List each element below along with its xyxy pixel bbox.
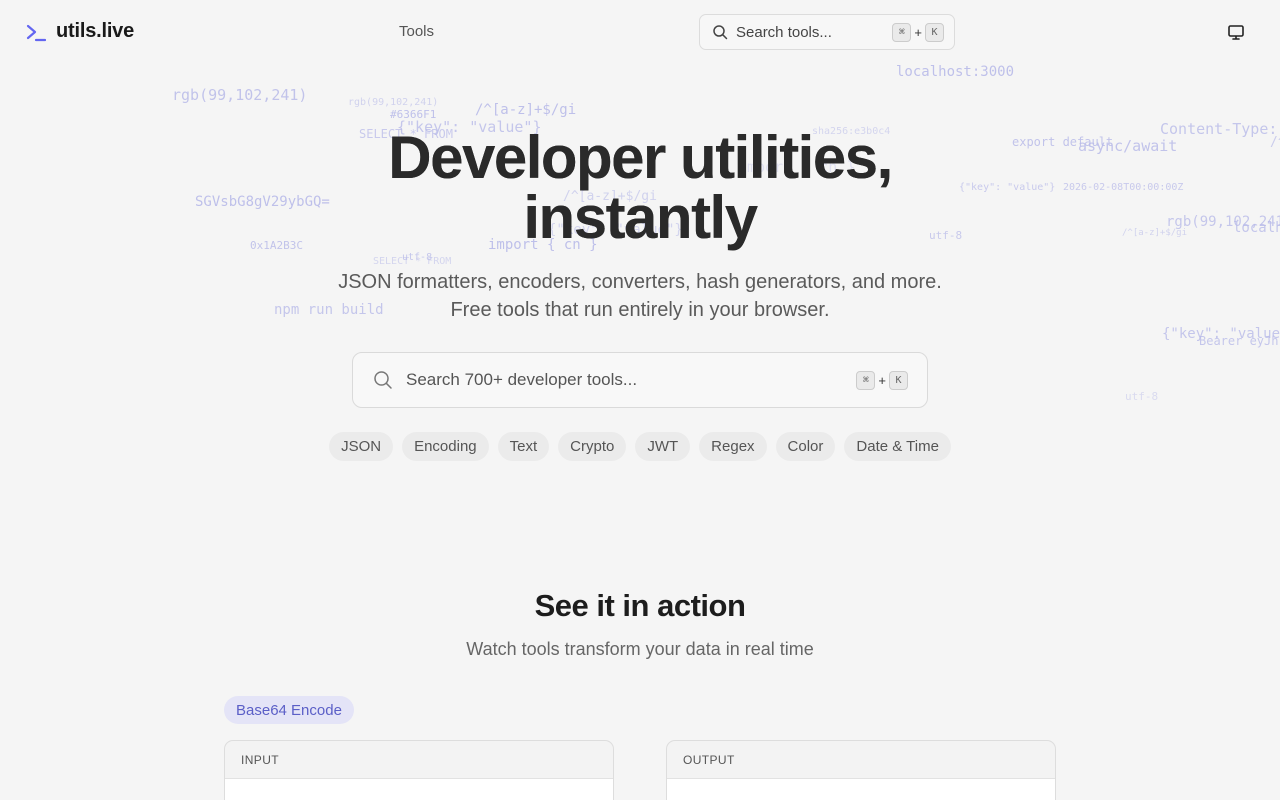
- output-panel-label: OUTPUT: [667, 741, 1055, 779]
- code-snippet: rgb(99,102,241): [172, 86, 308, 104]
- search-icon: [713, 25, 728, 40]
- header-search-placeholder: Search tools...: [736, 23, 832, 41]
- hero-title-line-1: Developer utilities,: [388, 124, 893, 191]
- category-chip-date-time[interactable]: Date & Time: [844, 432, 951, 461]
- demo-section-title: See it in action: [534, 588, 746, 623]
- search-shortcut: ⌘ + K: [892, 22, 944, 42]
- demo-tool-badge: Base64 Encode: [224, 696, 354, 724]
- code-snippet: utf-8: [1125, 390, 1159, 403]
- top-header: utils.live Tools Search tools... ⌘ + K: [0, 0, 1280, 64]
- demo-section-subtitle: Watch tools transform your data in real …: [466, 639, 814, 659]
- shortcut-plus: +: [878, 372, 886, 388]
- hero-subtitle-line-2: Free tools that run entirely in your bro…: [450, 299, 830, 321]
- search-shortcut: ⌘ + K: [856, 370, 908, 390]
- header-search-box[interactable]: Search tools... ⌘ + K: [699, 14, 955, 50]
- category-chip-jwt[interactable]: JWT: [635, 432, 691, 461]
- monitor-theme-icon[interactable]: [1226, 22, 1246, 42]
- category-chip-json[interactable]: JSON: [329, 432, 394, 461]
- code-snippet: localhost:3000: [896, 64, 1015, 80]
- command-key: ⌘: [856, 370, 876, 390]
- input-panel-body[interactable]: [225, 779, 613, 800]
- command-key: ⌘: [892, 22, 912, 42]
- code-snippet: {"key": "value"}: [1162, 326, 1280, 342]
- category-chip-text[interactable]: Text: [497, 432, 550, 461]
- search-icon: [374, 371, 392, 389]
- category-chip-encoding[interactable]: Encoding: [402, 432, 489, 461]
- code-snippet: rgb(99,102,241): [348, 97, 439, 108]
- logo-link[interactable]: utils.live: [26, 20, 134, 43]
- hero-search-input[interactable]: Search 700+ developer tools... ⌘ + K: [352, 352, 928, 408]
- hero-search-placeholder: Search 700+ developer tools...: [406, 370, 638, 389]
- nav-tools-link[interactable]: Tools: [399, 23, 434, 40]
- logo-text: utils.live: [56, 20, 135, 42]
- category-chips: JSON Encoding Text Crypto JWT Regex Colo…: [0, 432, 1280, 461]
- k-key: K: [889, 370, 908, 390]
- code-snippet: SELECT * FROM: [373, 256, 452, 267]
- output-panel-body: [667, 779, 1055, 800]
- terminal-prompt-icon: [26, 24, 46, 41]
- code-snippet: #6366F1: [390, 108, 437, 121]
- category-chip-crypto[interactable]: Crypto: [558, 432, 627, 461]
- hero-subtitle-line-1: JSON formatters, encoders, converters, h…: [338, 271, 942, 293]
- code-snippet: Bearer eyJh: [1199, 334, 1279, 348]
- input-panel-label: INPUT: [225, 741, 613, 779]
- code-snippet: utf-8: [402, 252, 433, 263]
- hero-title-line-2: instantly: [523, 184, 758, 251]
- input-panel: INPUT: [224, 740, 614, 800]
- hero-title: Developer utilities, instantly: [0, 128, 1280, 248]
- shortcut-plus: +: [914, 24, 922, 40]
- k-key: K: [925, 22, 944, 42]
- category-chip-color[interactable]: Color: [775, 432, 836, 461]
- code-snippet: /^[a-z]+$/gi: [475, 102, 577, 118]
- hero-subtitle: JSON formatters, encoders, converters, h…: [0, 268, 1280, 324]
- output-panel: OUTPUT: [666, 740, 1056, 800]
- category-chip-regex[interactable]: Regex: [699, 432, 767, 461]
